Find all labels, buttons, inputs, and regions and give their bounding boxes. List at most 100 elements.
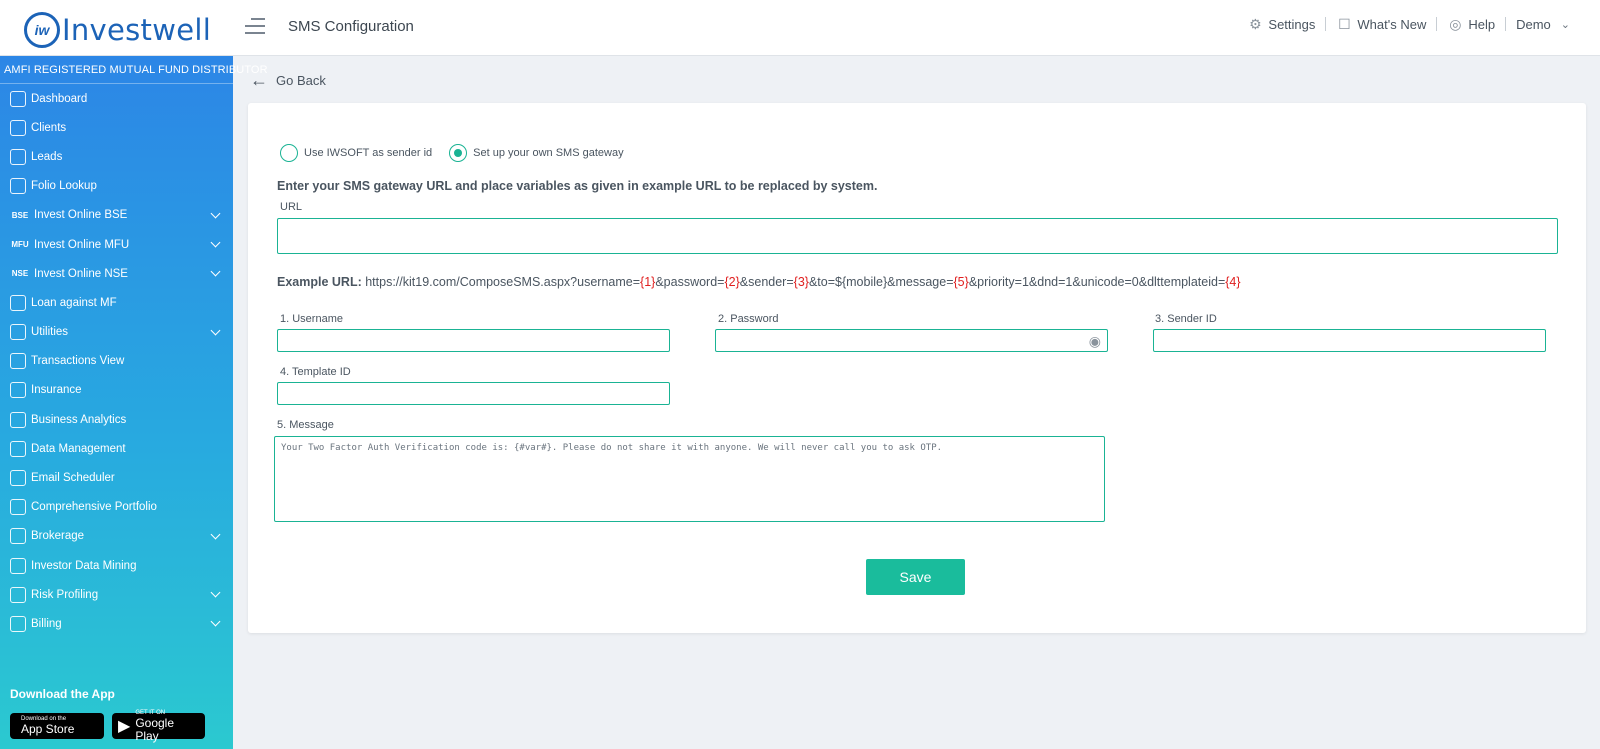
sidebar-item-transactions-view[interactable]: Transactions View: [0, 347, 233, 376]
save-button[interactable]: Save: [866, 559, 965, 595]
example-url-variable: {1}: [640, 275, 656, 289]
gear-icon: ⚙: [1249, 16, 1262, 32]
url-input[interactable]: [277, 218, 1558, 254]
username-label: 1. Username: [280, 313, 343, 325]
password-label: 2. Password: [718, 313, 779, 325]
radio-own-gateway[interactable]: [449, 144, 468, 162]
sidebar-item-label: Folio Lookup: [31, 180, 97, 193]
sidebar-item-billing[interactable]: Billing: [0, 609, 233, 638]
sender-option-group: Use IWSOFT as sender id Set up your own …: [280, 144, 641, 162]
help-link[interactable]: ◎ Help: [1447, 16, 1495, 32]
chevron-down-icon: ⌄: [1560, 18, 1570, 31]
brokerage-icon: [10, 528, 26, 545]
sidebar-item-comprehensive-portfolio[interactable]: Comprehensive Portfolio: [0, 493, 233, 522]
sidebar-item-invest-online-mfu[interactable]: MFU Invest Online MFU: [0, 230, 233, 259]
lifebuoy-icon: ◎: [1449, 16, 1462, 32]
eye-slash-icon[interactable]: ◉: [1089, 333, 1101, 350]
sidebar-item-clients[interactable]: Clients: [0, 113, 233, 142]
whats-new-link[interactable]: ☐ What's New: [1336, 16, 1426, 32]
sidebar-item-label: Leads: [31, 150, 63, 163]
play-icon: ▶: [118, 718, 131, 735]
example-url-variable: {4}: [1225, 275, 1241, 289]
password-input[interactable]: ◉: [715, 329, 1108, 352]
example-url-part: &sender=: [739, 275, 794, 289]
go-back-link[interactable]: ← Go Back: [250, 70, 326, 91]
example-url-label: Example URL:: [277, 275, 362, 289]
menu-toggle-icon[interactable]: [245, 18, 265, 38]
chevron-down-icon[interactable]: [210, 266, 221, 277]
folio-icon: [10, 178, 26, 195]
sidebar-item-label: Risk Profiling: [31, 588, 99, 601]
divider: [1505, 17, 1507, 31]
sidebar-item-investor-data-mining[interactable]: Investor Data Mining: [0, 551, 233, 580]
google-play-button[interactable]: ▶ GET IT ON Google Play: [112, 710, 205, 742]
sidebar-item-risk-profiling[interactable]: Risk Profiling: [0, 580, 233, 609]
divider: [1325, 17, 1327, 31]
message-label: 5. Message: [277, 419, 334, 431]
chevron-down-icon[interactable]: [210, 208, 221, 219]
radio-own-gateway-label[interactable]: Set up your own SMS gateway: [473, 147, 623, 159]
google-play-big-text: Google Play: [135, 715, 175, 743]
sender-id-input[interactable]: [1153, 329, 1546, 352]
sidebar-item-leads[interactable]: Leads: [0, 142, 233, 171]
risk-icon: [10, 586, 26, 603]
sidebar-item-label: Business Analytics: [31, 413, 127, 426]
chevron-down-icon[interactable]: [210, 616, 221, 627]
sender-id-label: 3. Sender ID: [1155, 313, 1217, 325]
sidebar-item-business-analytics[interactable]: Business Analytics: [0, 405, 233, 434]
home-icon: [10, 90, 26, 107]
settings-label: Settings: [1268, 16, 1316, 32]
sidebar-item-label: Comprehensive Portfolio: [31, 501, 157, 514]
template-id-label: 4. Template ID: [280, 366, 351, 378]
header-actions: ⚙ Settings ☐ What's New ◎ Help Demo ⌄: [1237, 16, 1570, 32]
sidebar-item-loan-against-mf[interactable]: Loan against MF: [0, 288, 233, 317]
arrow-left-icon: ←: [250, 70, 268, 90]
chevron-down-icon[interactable]: [210, 529, 221, 540]
chevron-down-icon[interactable]: [210, 587, 221, 598]
settings-link[interactable]: ⚙ Settings: [1247, 16, 1315, 32]
sidebar-nav: Dashboard Clients Leads Folio Lookup BSE Inve…: [0, 84, 233, 639]
sidebar-item-brokerage[interactable]: Brokerage: [0, 522, 233, 551]
sidebar-item-insurance[interactable]: Insurance: [0, 376, 233, 405]
username-input[interactable]: [277, 329, 670, 352]
sidebar-item-invest-online-nse[interactable]: NSE Invest Online NSE: [0, 259, 233, 288]
investwell-logo[interactable]: iw Investwell: [24, 12, 211, 48]
sms-config-card: Use IWSOFT as sender id Set up your own …: [248, 103, 1586, 633]
radio-iwsoft-label[interactable]: Use IWSOFT as sender id: [304, 147, 432, 159]
radio-iwsoft[interactable]: [280, 144, 298, 162]
go-back-label: Go Back: [276, 73, 326, 88]
sidebar-item-folio-lookup[interactable]: Folio Lookup: [0, 172, 233, 201]
nse-icon: NSE: [11, 269, 29, 279]
logo-mark: iw: [24, 12, 60, 48]
sidebar-item-label: Email Scheduler: [31, 472, 115, 485]
sidebar-item-email-scheduler[interactable]: Email Scheduler: [0, 463, 233, 492]
download-app-title: Download the App: [10, 687, 115, 701]
chevron-down-icon[interactable]: [210, 325, 221, 335]
logo-text: Investwell: [62, 13, 212, 47]
sidebar-item-invest-online-bse[interactable]: BSE Invest Online BSE: [0, 201, 233, 230]
sidebar-item-dashboard[interactable]: Dashboard: [0, 84, 233, 113]
message-textarea[interactable]: [274, 436, 1105, 522]
user-menu[interactable]: Demo ⌄: [1516, 17, 1570, 32]
insurance-icon: [10, 382, 26, 399]
leads-icon: [10, 148, 26, 165]
sidebar-item-data-management[interactable]: Data Management: [0, 434, 233, 463]
page-title: SMS Configuration: [288, 18, 414, 35]
app-store-button[interactable]: Download on the App Store: [10, 713, 104, 739]
analytics-icon: [10, 411, 26, 428]
help-label: Help: [1468, 16, 1496, 32]
clients-icon: [10, 119, 26, 136]
email-icon: [10, 470, 26, 487]
chat-icon: ☐: [1338, 16, 1351, 32]
sidebar-item-label: Invest Online NSE: [34, 267, 128, 280]
portfolio-icon: [10, 499, 26, 516]
example-url-part: &password=: [655, 275, 725, 289]
example-url-variable: {5}: [953, 275, 969, 289]
sidebar-item-label: Data Management: [31, 442, 126, 455]
template-id-input[interactable]: [277, 382, 670, 405]
sidebar-item-utilities[interactable]: Utilities: [0, 318, 233, 347]
example-url-part: &priority=1&dnd=1&unicode=0&dlttemplatei…: [968, 275, 1226, 289]
loan-icon: [10, 294, 26, 311]
chevron-down-icon[interactable]: [210, 237, 221, 248]
amfi-banner: AMFI REGISTERED MUTUAL FUND DISTRIBUTOR: [0, 56, 268, 84]
